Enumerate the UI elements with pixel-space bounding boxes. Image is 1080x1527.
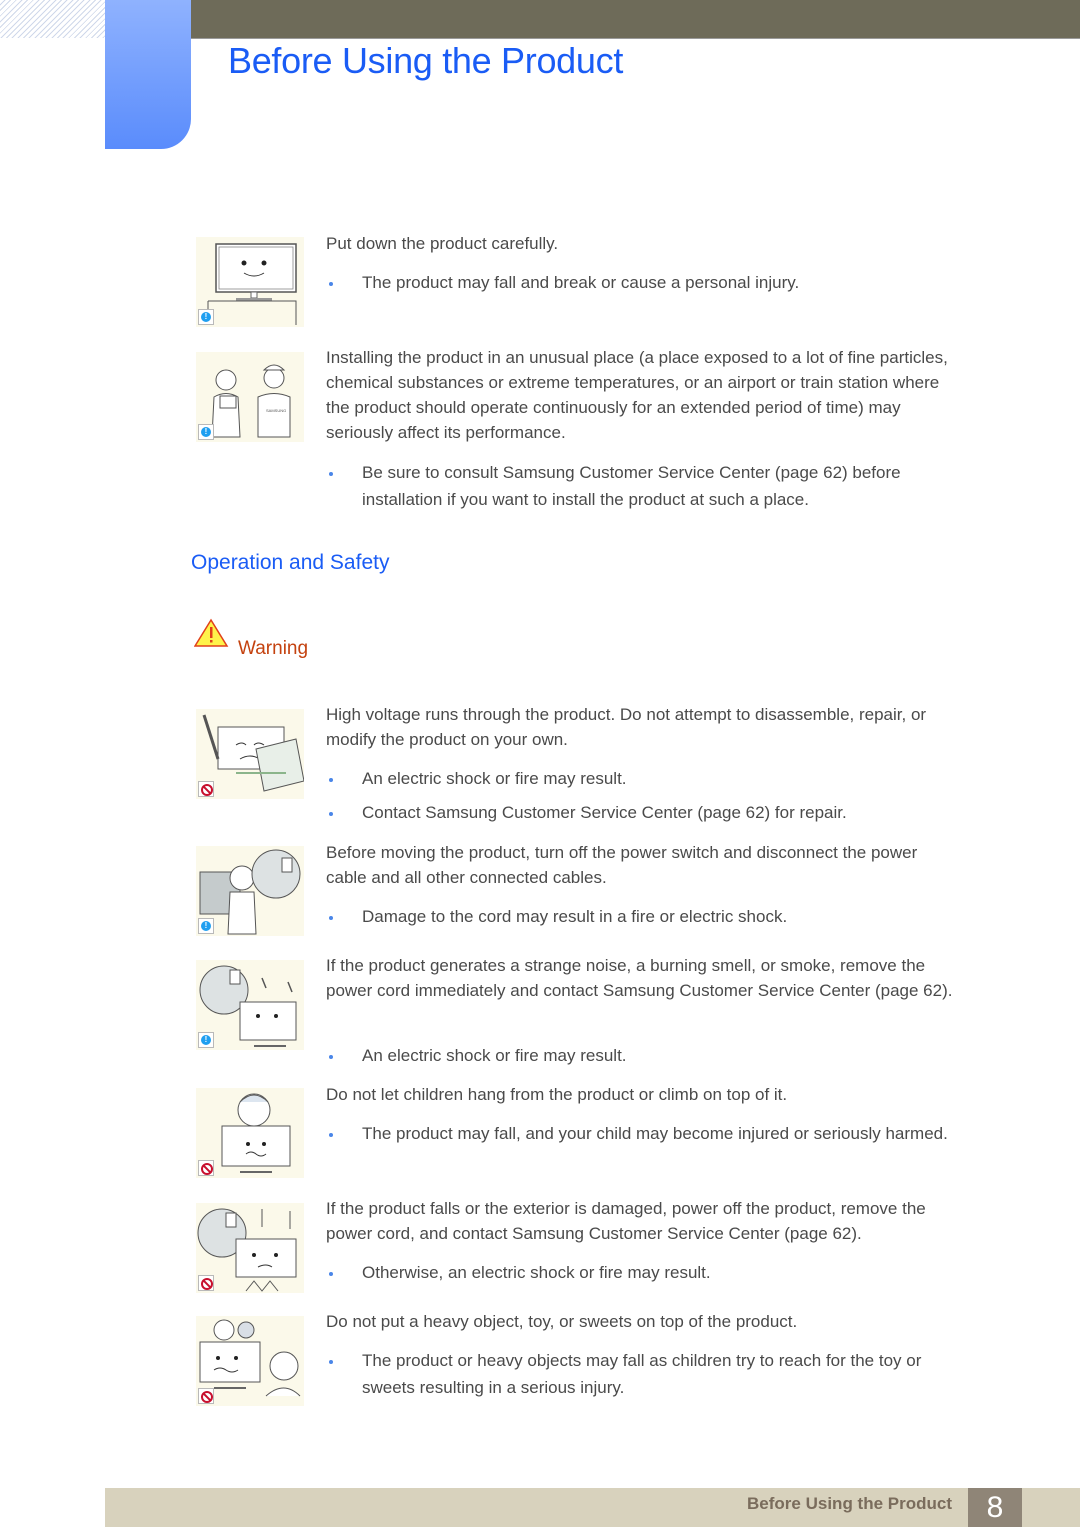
page-title: Before Using the Product [228, 40, 624, 81]
header-bar [190, 0, 1080, 39]
section-title: Operation and Safety [191, 551, 390, 574]
customer-service-illustration: SAMSUNG ! [196, 352, 304, 442]
damaged-product-illustration [196, 1203, 304, 1293]
smoke-unplug-illustration: ! [196, 960, 304, 1050]
operation-item-5-bullet-1: Otherwise, an electric shock or fire may… [326, 1259, 958, 1286]
operation-item-3-text: If the product generates a strange noise… [326, 956, 953, 1000]
operation-item-4-text: Do not let children hang from the produc… [326, 1085, 788, 1104]
operation-item-1-bullet-1: An electric shock or fire may result. [326, 765, 958, 792]
monitor-on-table-illustration: ! [196, 237, 304, 327]
prohibit-icon [201, 784, 213, 796]
page-number: 8 [968, 1488, 1022, 1527]
prohibit-icon [201, 1391, 213, 1403]
warning-triangle-icon [194, 618, 229, 647]
info-badge: ! [198, 424, 214, 440]
prohibit-badge [198, 1388, 214, 1404]
child-climbing-illustration [196, 1088, 304, 1178]
operation-item-1-text: High voltage runs through the product. D… [326, 705, 927, 749]
operation-item-4-bullet-1: The product may fall, and your child may… [326, 1120, 958, 1147]
install-item-2-text: Installing the product in an unusual pla… [326, 348, 948, 442]
footer-chapter-label: Before Using the Product [747, 1494, 952, 1513]
header-hatch-decoration [0, 0, 105, 38]
operation-item-2-bullet-1: Damage to the cord may result in a fire … [326, 903, 958, 930]
install-item-2-bullet-1: Be sure to consult Samsung Customer Serv… [326, 459, 958, 513]
unplug-before-moving-illustration: ! [196, 846, 304, 936]
operation-item-3-bullet-1: An electric shock or fire may result. [326, 1042, 958, 1069]
prohibit-icon [201, 1278, 213, 1290]
chapter-tab-decoration [105, 0, 191, 149]
install-item-1-text: Put down the product carefully. [326, 234, 559, 253]
operation-item-6-text: Do not put a heavy object, toy, or sweet… [326, 1312, 798, 1331]
operation-item-2-text: Before moving the product, turn off the … [326, 843, 918, 887]
prohibit-icon [201, 1163, 213, 1175]
info-icon: ! [201, 427, 211, 437]
info-icon: ! [201, 921, 211, 931]
info-icon: ! [201, 312, 211, 322]
info-badge: ! [198, 309, 214, 325]
prohibit-badge [198, 1160, 214, 1176]
prohibit-badge [198, 1275, 214, 1291]
warning-label: Warning [238, 638, 309, 659]
info-icon: ! [201, 1035, 211, 1045]
disassemble-illustration [196, 709, 304, 799]
operation-item-5-text: If the product falls or the exterior is … [326, 1199, 926, 1243]
info-badge: ! [198, 918, 214, 934]
prohibit-badge [198, 781, 214, 797]
install-item-1-bullet-1: The product may fall and break or cause … [326, 269, 958, 296]
operation-item-6-bullet-1: The product or heavy objects may fall as… [326, 1347, 958, 1401]
operation-item-1-bullet-2: Contact Samsung Customer Service Center … [326, 799, 958, 826]
info-badge: ! [198, 1032, 214, 1048]
objects-on-top-illustration [196, 1316, 304, 1406]
svg-text:SAMSUNG: SAMSUNG [266, 408, 286, 413]
